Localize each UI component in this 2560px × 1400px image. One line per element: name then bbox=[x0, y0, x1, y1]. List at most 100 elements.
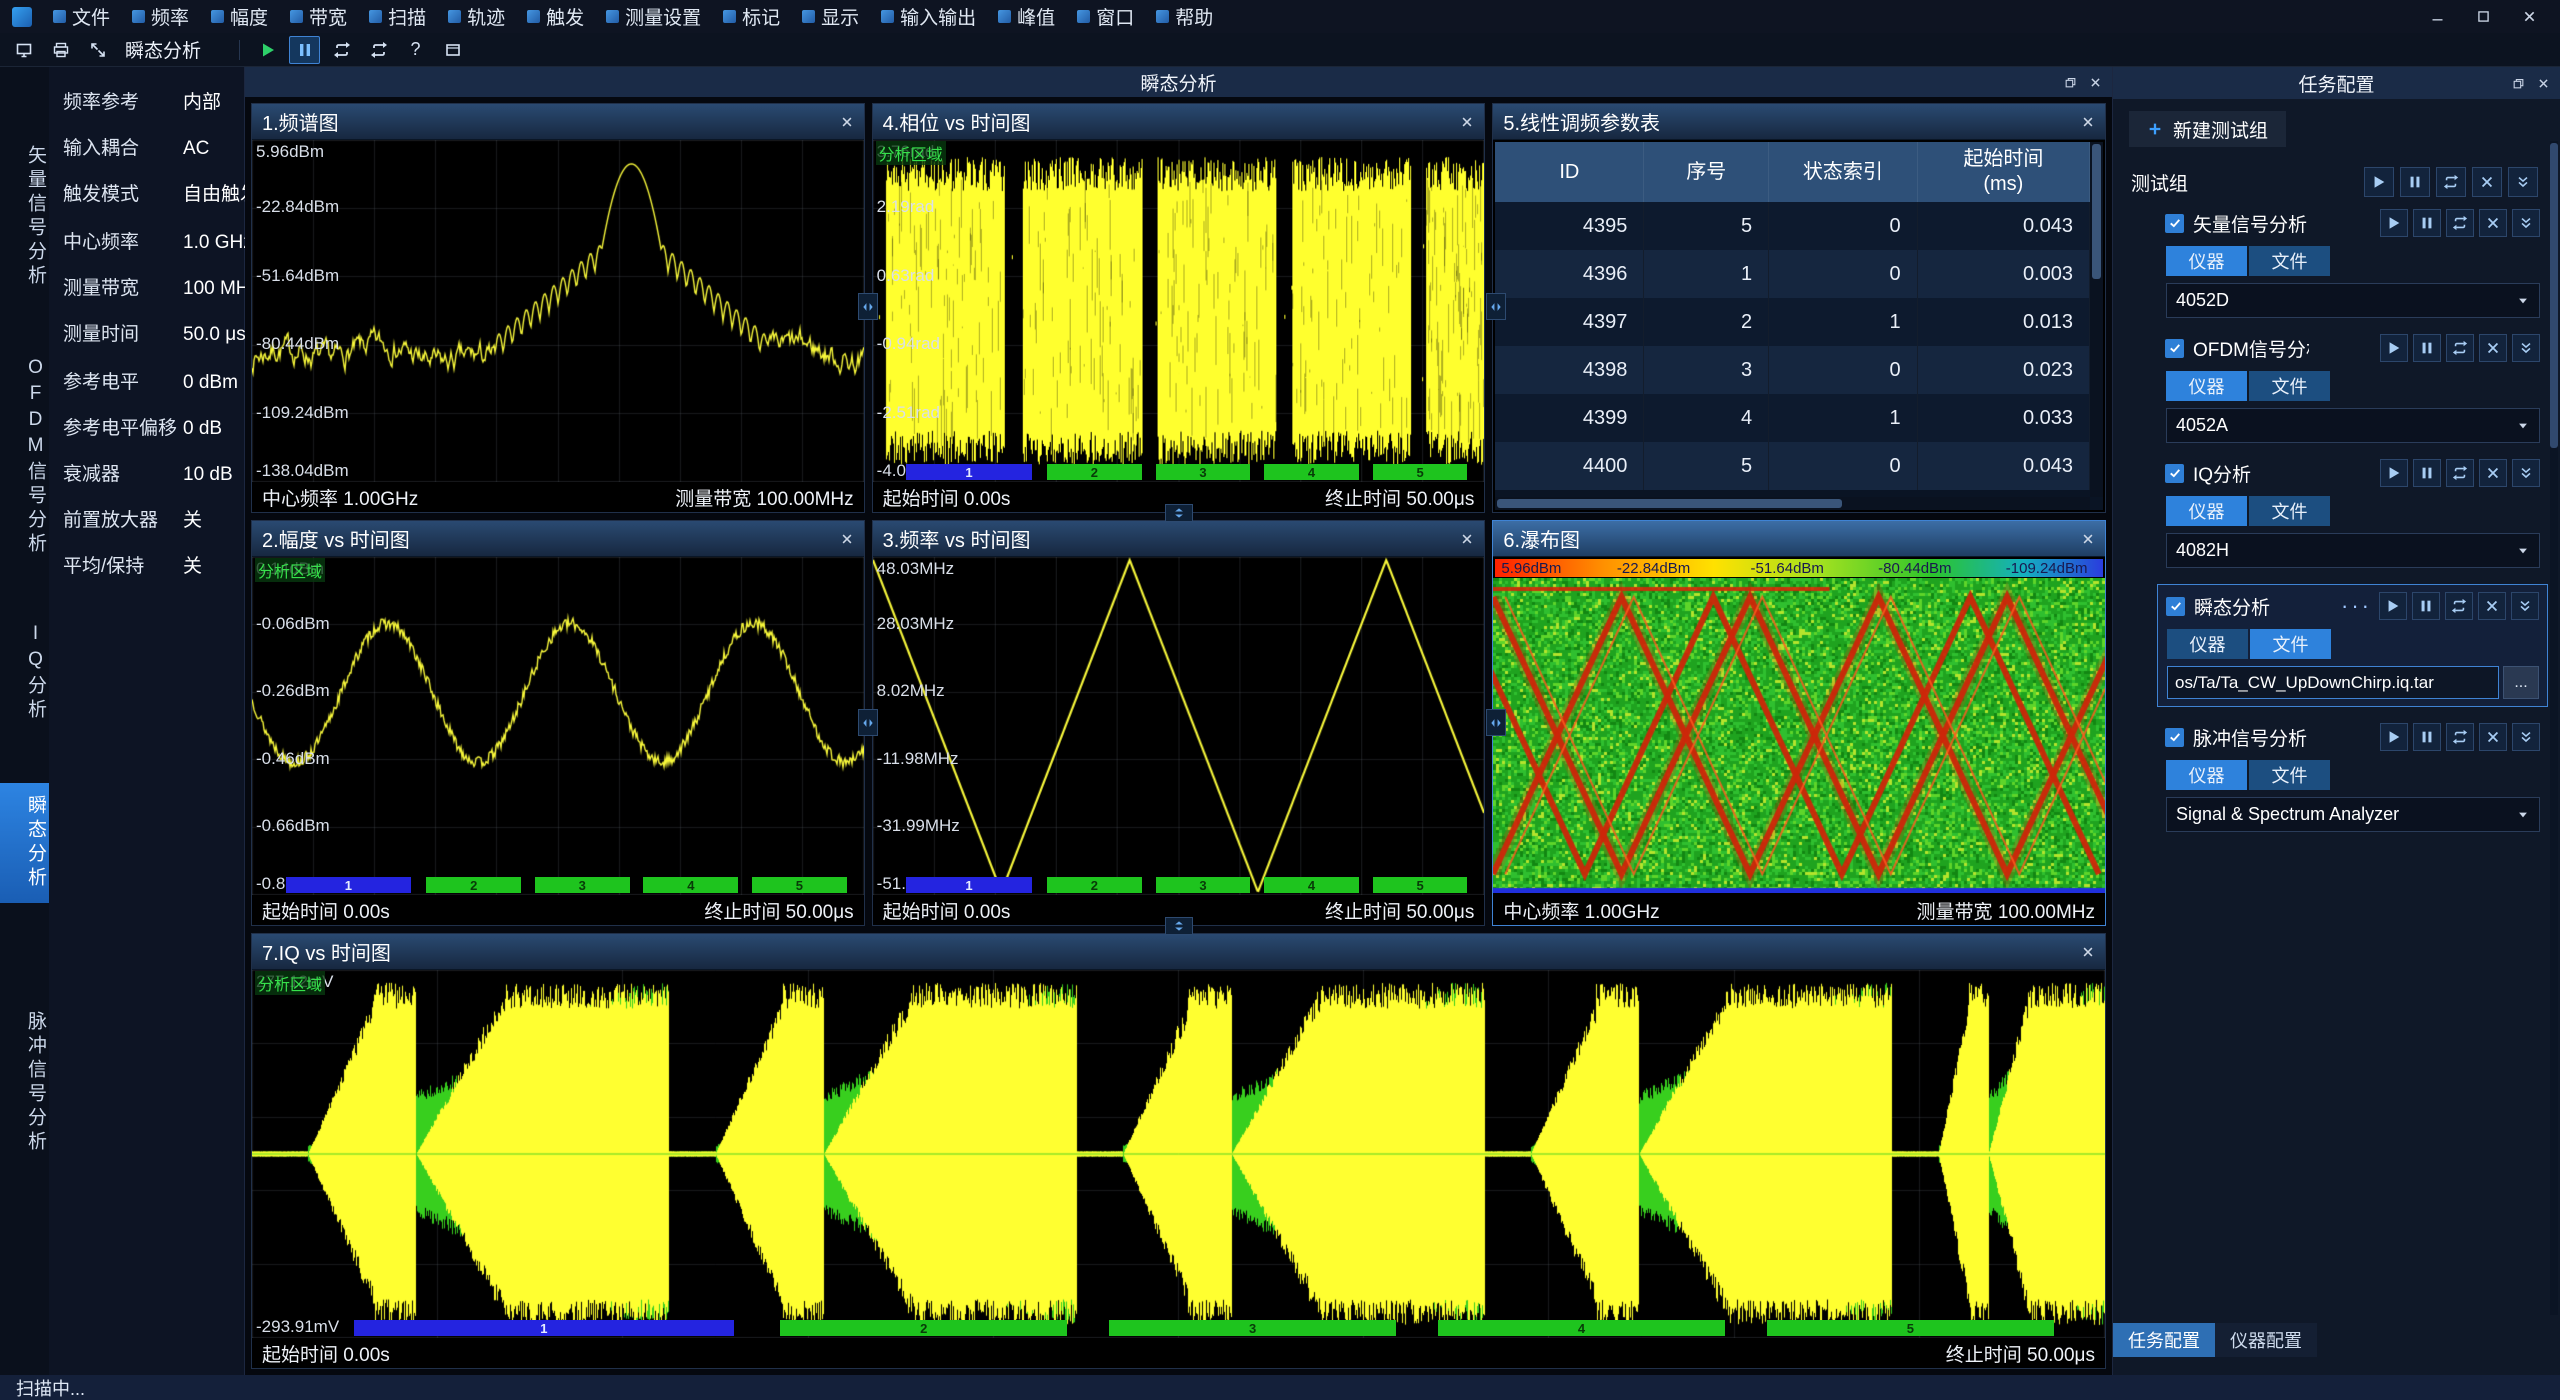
tab-file[interactable]: 文件 bbox=[2249, 760, 2330, 790]
tab-file[interactable]: 文件 bbox=[2249, 246, 2330, 276]
remove-button[interactable] bbox=[2472, 167, 2502, 197]
display-icon[interactable] bbox=[8, 36, 39, 64]
table-row[interactable]: 4400500.043 bbox=[1495, 442, 2089, 490]
tab-file[interactable]: 文件 bbox=[2249, 371, 2330, 401]
menu-item-轨迹[interactable]: 轨迹 bbox=[437, 0, 516, 33]
row-splitter[interactable] bbox=[1165, 504, 1193, 522]
maximize-button[interactable] bbox=[2460, 0, 2506, 33]
panel-amplitude-titlebar[interactable]: 2.幅度 vs 时间图 bbox=[252, 521, 864, 557]
tab-file[interactable]: 文件 bbox=[2250, 629, 2331, 659]
menu-item-峰值[interactable]: 峰值 bbox=[987, 0, 1066, 33]
setting-value[interactable]: AC bbox=[183, 138, 209, 160]
menu-item-标记[interactable]: 标记 bbox=[712, 0, 791, 33]
remove-button[interactable] bbox=[2479, 209, 2507, 237]
scrollbar-thumb[interactable] bbox=[2550, 143, 2558, 448]
scrollbar-thumb[interactable] bbox=[2092, 144, 2101, 279]
loop-button[interactable] bbox=[2446, 334, 2474, 362]
float-window-icon[interactable] bbox=[2064, 76, 2077, 89]
instrument-select[interactable]: Signal & Spectrum Analyzer bbox=[2166, 797, 2540, 832]
play-button[interactable] bbox=[252, 36, 283, 64]
fit-view-icon[interactable] bbox=[82, 36, 113, 64]
close-icon[interactable] bbox=[1460, 532, 1474, 546]
loop-button[interactable] bbox=[2446, 459, 2474, 487]
panel-table-titlebar[interactable]: 5.线性调频参数表 bbox=[1493, 104, 2105, 140]
play-button[interactable] bbox=[2380, 723, 2408, 751]
vertical-scrollbar[interactable] bbox=[2550, 141, 2558, 1315]
phase-canvas[interactable] bbox=[873, 140, 1485, 482]
loop-button[interactable] bbox=[2436, 167, 2466, 197]
bottom-tab-任务配置[interactable]: 任务配置 bbox=[2113, 1323, 2215, 1357]
menu-item-带宽[interactable]: 带宽 bbox=[279, 0, 358, 33]
pause-button[interactable] bbox=[2412, 592, 2440, 620]
amplitude-canvas[interactable] bbox=[252, 557, 864, 895]
panel-spectrum-titlebar[interactable]: 1.频谱图 bbox=[252, 104, 864, 140]
tab-instrument[interactable]: 仪器 bbox=[2166, 371, 2247, 401]
menu-item-频率[interactable]: 频率 bbox=[121, 0, 200, 33]
collapse-button[interactable] bbox=[2512, 723, 2540, 751]
close-icon[interactable] bbox=[2081, 945, 2095, 959]
checkbox-checked[interactable] bbox=[2166, 597, 2185, 616]
new-test-group-button[interactable]: 新建测试组 bbox=[2129, 111, 2286, 147]
menu-item-显示[interactable]: 显示 bbox=[791, 0, 870, 33]
loop-button[interactable] bbox=[2446, 209, 2474, 237]
help-button[interactable]: ? bbox=[400, 36, 431, 64]
play-button[interactable] bbox=[2379, 592, 2407, 620]
play-button[interactable] bbox=[2380, 209, 2408, 237]
setting-value[interactable]: 关 bbox=[183, 505, 202, 532]
collapse-button[interactable] bbox=[2508, 167, 2538, 197]
waterfall-canvas[interactable] bbox=[1493, 578, 2105, 893]
close-icon[interactable] bbox=[2081, 532, 2095, 546]
close-icon[interactable] bbox=[1460, 115, 1474, 129]
close-icon[interactable] bbox=[840, 532, 854, 546]
table-row[interactable]: 4398300.023 bbox=[1495, 346, 2089, 394]
setting-value[interactable]: 50.0 μs bbox=[183, 324, 246, 346]
loop-once-button[interactable] bbox=[363, 36, 394, 64]
tab-instrument[interactable]: 仪器 bbox=[2167, 629, 2248, 659]
main-view-titlebar[interactable]: 瞬态分析 bbox=[245, 67, 2112, 97]
menu-item-输入输出[interactable]: 输入输出 bbox=[870, 0, 987, 33]
pause-button[interactable] bbox=[289, 36, 320, 64]
close-icon[interactable] bbox=[840, 115, 854, 129]
task-panel-titlebar[interactable]: 任务配置 bbox=[2113, 67, 2560, 99]
loop-button[interactable] bbox=[2445, 592, 2473, 620]
pause-button[interactable] bbox=[2413, 209, 2441, 237]
menu-item-扫描[interactable]: 扫描 bbox=[358, 0, 437, 33]
table-row[interactable]: 4397210.013 bbox=[1495, 298, 2089, 346]
table-row[interactable]: 4395500.043 bbox=[1495, 202, 2089, 250]
loop-button[interactable] bbox=[326, 36, 357, 64]
close-icon[interactable] bbox=[2081, 115, 2095, 129]
task-item-header[interactable]: OFDM信号分析 bbox=[2165, 334, 2540, 362]
sidebar-tab-瞬态分析[interactable]: 瞬态分析 bbox=[0, 783, 49, 903]
table-row[interactable]: 4399410.033 bbox=[1495, 394, 2089, 442]
column-header[interactable]: 起始时间 (ms) bbox=[1917, 142, 2089, 202]
setting-value[interactable]: 0 dBm bbox=[183, 372, 238, 394]
column-header[interactable]: 序号 bbox=[1644, 142, 1769, 202]
menu-item-触发[interactable]: 触发 bbox=[516, 0, 595, 33]
panel-iq-titlebar[interactable]: 7.IQ vs 时间图 bbox=[252, 934, 2105, 970]
play-button[interactable] bbox=[2364, 167, 2394, 197]
panel-waterfall-titlebar[interactable]: 6.瀑布图 bbox=[1493, 521, 2105, 557]
window-layout-button[interactable] bbox=[437, 36, 468, 64]
menu-item-测量设置[interactable]: 测量设置 bbox=[595, 0, 712, 33]
checkbox-checked[interactable] bbox=[2165, 214, 2184, 233]
pause-button[interactable] bbox=[2413, 459, 2441, 487]
sidebar-tab-脉冲信号分析[interactable]: 脉冲信号分析 bbox=[0, 999, 49, 1167]
setting-value[interactable]: 10 dB bbox=[183, 464, 233, 486]
collapse-button[interactable] bbox=[2512, 209, 2540, 237]
remove-button[interactable] bbox=[2479, 459, 2507, 487]
checkbox-checked[interactable] bbox=[2165, 728, 2184, 747]
sidebar-tab-IQ分析[interactable]: IQ分析 bbox=[0, 611, 49, 735]
setting-value[interactable]: 内部 bbox=[183, 87, 221, 114]
menu-item-窗口[interactable]: 窗口 bbox=[1066, 0, 1145, 33]
tab-instrument[interactable]: 仪器 bbox=[2166, 760, 2247, 790]
tab-instrument[interactable]: 仪器 bbox=[2166, 496, 2247, 526]
table-row[interactable]: 4396100.003 bbox=[1495, 250, 2089, 298]
minimize-button[interactable] bbox=[2414, 0, 2460, 33]
sidebar-tab-矢量信号分析[interactable]: 矢量信号分析 bbox=[0, 133, 49, 301]
setting-value[interactable]: 关 bbox=[183, 551, 202, 578]
menu-item-文件[interactable]: 文件 bbox=[42, 0, 121, 33]
task-item-header[interactable]: 瞬态分析··· bbox=[2166, 592, 2539, 620]
column-splitter[interactable] bbox=[858, 293, 878, 320]
menu-item-帮助[interactable]: 帮助 bbox=[1145, 0, 1224, 33]
loop-button[interactable] bbox=[2446, 723, 2474, 751]
